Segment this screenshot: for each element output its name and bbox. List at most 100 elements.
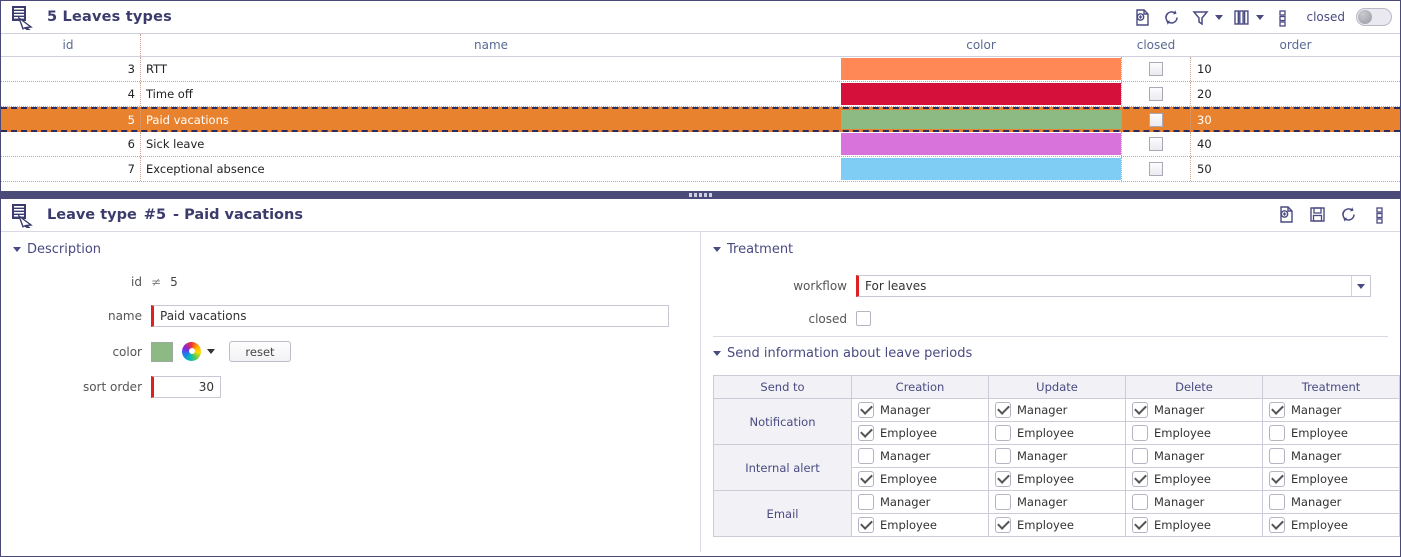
checkbox-treatment-employee[interactable] [1269, 517, 1285, 533]
table-row[interactable]: 6 Sick leave 40 [1, 132, 1400, 157]
more-options-icon[interactable] [1368, 203, 1390, 225]
treatment-section-header[interactable]: Treatment [701, 232, 1400, 265]
sort-order-input[interactable] [151, 376, 221, 398]
cell-update-employee: Employee [988, 513, 1126, 537]
table-body: Notification Manager Manager Manager Manager… [713, 398, 1400, 537]
add-page-icon[interactable] [1275, 203, 1297, 225]
closed-checkbox[interactable] [856, 311, 871, 326]
description-section-header[interactable]: Description [1, 232, 700, 265]
checkbox-delete-manager[interactable] [1132, 494, 1148, 510]
checkbox-label: Employee [1154, 472, 1211, 486]
workflow-select[interactable] [856, 275, 1371, 297]
checkbox-creation-employee[interactable] [858, 425, 874, 441]
column-header-id[interactable]: id [1, 34, 141, 56]
color-swatch[interactable] [151, 341, 173, 362]
checkbox-label: Manager [1154, 403, 1205, 417]
table-row[interactable]: 5 Paid vacations 30 [1, 107, 1400, 132]
checkbox-delete-manager[interactable] [1132, 448, 1148, 464]
cell-treatment-manager: Manager [1262, 398, 1400, 422]
checkbox-label: Employee [880, 472, 937, 486]
closed-checkbox[interactable] [1149, 87, 1163, 101]
closed-checkbox[interactable] [1149, 162, 1163, 176]
checkbox-label: Manager [880, 495, 931, 509]
row-label-email: Email [713, 490, 852, 537]
column-header-order[interactable]: order [1191, 34, 1400, 56]
color-dropdown-caret[interactable] [207, 349, 215, 354]
columns-dropdown-caret[interactable] [1256, 14, 1265, 20]
checkbox-update-employee[interactable] [995, 517, 1011, 533]
cell-delete-manager: Manager [1125, 398, 1263, 422]
checkbox-delete-employee[interactable] [1132, 517, 1148, 533]
cell-order: 20 [1197, 87, 1212, 101]
grid-header: 5 Leaves types closed [1, 1, 1400, 33]
toggle-knob [1358, 10, 1372, 24]
workflow-dropdown-button[interactable] [1351, 276, 1370, 296]
send-info-section-header[interactable]: Send information about leave periods [701, 337, 1400, 369]
panel-splitter[interactable] [1, 191, 1400, 199]
column-header-closed[interactable]: closed [1121, 34, 1191, 56]
checkbox-update-manager[interactable] [995, 448, 1011, 464]
checkbox-delete-manager[interactable] [1132, 402, 1148, 418]
closed-toggle-switch[interactable] [1356, 8, 1392, 26]
cell-name: Paid vacations [146, 112, 229, 127]
closed-checkbox[interactable] [1149, 62, 1163, 76]
detail-form-icon [9, 202, 37, 229]
save-icon[interactable] [1306, 203, 1328, 225]
refresh-icon[interactable] [1337, 203, 1359, 225]
field-row-color: color reset [1, 341, 700, 362]
closed-checkbox[interactable] [1149, 112, 1163, 127]
cell-treatment-employee: Employee [1262, 467, 1400, 491]
table-row: Email Manager Manager Manager Manager [713, 490, 1400, 537]
checkbox-creation-manager[interactable] [858, 402, 874, 418]
name-input[interactable] [151, 305, 669, 327]
cell-creation-manager: Manager [851, 444, 989, 468]
workflow-select-wrapper [856, 275, 1371, 297]
table-row[interactable]: 7 Exceptional absence 50 [1, 157, 1400, 182]
checkbox-delete-employee[interactable] [1132, 425, 1148, 441]
checkbox-treatment-employee[interactable] [1269, 425, 1285, 441]
add-page-icon[interactable] [1131, 6, 1153, 28]
chevron-down-icon[interactable] [13, 247, 21, 252]
cell-order: 30 [1197, 112, 1212, 127]
column-header-color[interactable]: color [841, 34, 1121, 56]
column-header-name[interactable]: name [141, 34, 841, 56]
filter-dropdown-caret[interactable] [1215, 14, 1224, 20]
checkbox-update-manager[interactable] [995, 402, 1011, 418]
checkbox-creation-manager[interactable] [858, 494, 874, 510]
send-information-table: Send to Creation Update Delete Treatment Not… [713, 375, 1400, 537]
checkbox-update-manager[interactable] [995, 494, 1011, 510]
reset-button[interactable]: reset [229, 341, 291, 362]
checkbox-label: Employee [1017, 472, 1074, 486]
table-row[interactable]: 3 RTT 10 [1, 57, 1400, 82]
checkbox-creation-manager[interactable] [858, 448, 874, 464]
checkbox-treatment-manager[interactable] [1269, 402, 1285, 418]
cell-update-manager: Manager [988, 490, 1126, 514]
refresh-icon[interactable] [1160, 6, 1182, 28]
field-row-name: name [1, 305, 700, 327]
checkbox-update-employee[interactable] [995, 425, 1011, 441]
closed-checkbox[interactable] [1149, 137, 1163, 151]
more-options-icon[interactable] [1271, 6, 1293, 28]
checkbox-treatment-manager[interactable] [1269, 448, 1285, 464]
send-info-section-label: Send information about leave periods [727, 346, 973, 361]
grid-toolbar: closed [1131, 3, 1392, 31]
checkbox-creation-employee[interactable] [858, 517, 874, 533]
splitter-grip [689, 193, 712, 197]
chevron-down-icon[interactable] [713, 351, 721, 356]
checkbox-treatment-manager[interactable] [1269, 494, 1285, 510]
cell-name: Exceptional absence [146, 162, 265, 176]
color-wheel-icon[interactable] [182, 342, 201, 361]
checkbox-label: Manager [1291, 449, 1342, 463]
checkbox-treatment-employee[interactable] [1269, 471, 1285, 487]
chevron-down-icon[interactable] [713, 247, 721, 252]
color-label: color [112, 344, 142, 359]
columns-icon[interactable] [1230, 6, 1252, 28]
filter-icon[interactable] [1189, 6, 1211, 28]
color-swatch [841, 133, 1121, 155]
checkbox-creation-employee[interactable] [858, 471, 874, 487]
checkbox-update-employee[interactable] [995, 471, 1011, 487]
checkbox-delete-employee[interactable] [1132, 471, 1148, 487]
field-row-id: id ≠ 5 [1, 275, 700, 289]
table-row[interactable]: 4 Time off 20 [1, 82, 1400, 107]
cell-delete-manager: Manager [1125, 444, 1263, 468]
